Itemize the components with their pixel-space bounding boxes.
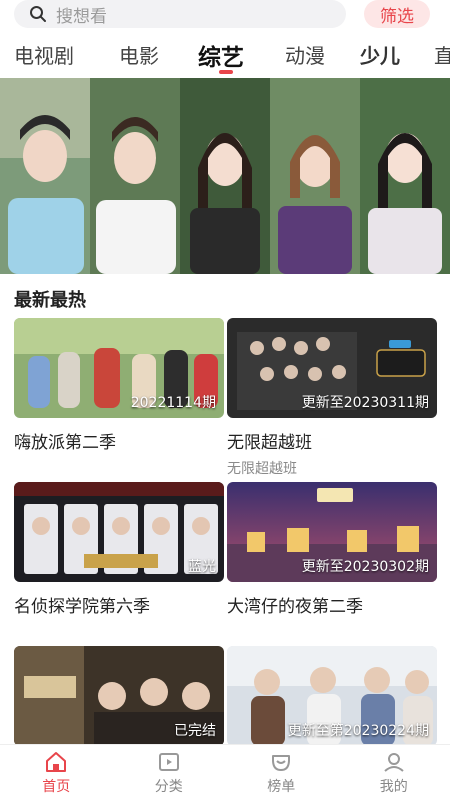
show-subtitle: 无限超越班 <box>227 461 297 477</box>
show-thumbnail: 蓝光 <box>14 482 224 582</box>
nav-home-label: 首页 <box>42 778 71 795</box>
nav-category[interactable]: 分类 <box>113 745 226 800</box>
search-icon <box>30 6 46 22</box>
tab-tv-series[interactable]: 电视剧 <box>14 40 74 69</box>
show-card[interactable]: 更新至20230311期 无限超越班 无限超越班 <box>227 318 437 478</box>
show-card[interactable]: 更新至20230302期 大湾仔的夜第二季 <box>227 482 437 617</box>
profile-icon <box>384 752 404 772</box>
show-title: 无限超越班 <box>227 433 312 453</box>
nav-home[interactable]: 首页 <box>0 745 113 800</box>
show-card[interactable]: 已完结 <box>14 646 224 746</box>
show-title: 名侦探学院第六季 <box>14 597 150 617</box>
quality-badge: 蓝光 <box>188 559 216 575</box>
show-thumbnail: 更新至第20230224期 <box>227 646 437 746</box>
hero-image-4 <box>270 78 360 274</box>
hero-image-1 <box>0 78 90 274</box>
episode-badge: 20221114期 <box>130 395 216 411</box>
show-thumbnail: 更新至20230311期 <box>227 318 437 418</box>
tab-kids[interactable]: 少儿 <box>360 40 400 69</box>
show-card[interactable]: 蓝光 名侦探学院第六季 <box>14 482 224 617</box>
show-title: 大湾仔的夜第二季 <box>227 597 363 617</box>
episode-badge: 更新至20230311期 <box>301 395 429 411</box>
nav-profile[interactable]: 我的 <box>338 745 450 800</box>
tab-movies[interactable]: 电影 <box>119 40 159 69</box>
nav-ranking[interactable]: 榜单 <box>225 745 338 800</box>
show-thumbnail: 更新至20230302期 <box>227 482 437 582</box>
status-badge: 已完结 <box>174 723 216 739</box>
show-card[interactable]: 更新至第20230224期 <box>227 646 437 746</box>
search-placeholder: 搜想看 <box>56 6 107 27</box>
search-input[interactable]: 搜想看 <box>14 0 346 28</box>
tab-live[interactable]: 直 <box>434 40 450 69</box>
nav-category-label: 分类 <box>154 778 183 795</box>
tab-anime[interactable]: 动漫 <box>285 40 325 69</box>
show-card[interactable]: 20221114期 嗨放派第二季 <box>14 318 224 453</box>
home-icon <box>46 751 67 772</box>
active-tab-indicator <box>219 70 233 74</box>
category-tabs: 电视剧 电影 综艺 动漫 少儿 直 <box>0 38 450 78</box>
tab-variety[interactable]: 综艺 <box>198 38 244 72</box>
hero-banner[interactable] <box>0 78 450 274</box>
hero-image-3 <box>180 78 270 274</box>
bottom-nav: 首页 分类 榜单 我的 <box>0 744 450 800</box>
category-icon <box>158 752 179 771</box>
filter-button[interactable]: 筛选 <box>364 0 430 28</box>
app-screen: 搜想看 筛选 电视剧 电影 综艺 动漫 少儿 直 最新最热 20221114期 … <box>0 0 450 800</box>
nav-ranking-label: 榜单 <box>267 778 296 795</box>
nav-profile-label: 我的 <box>379 778 408 795</box>
ranking-icon <box>272 754 291 771</box>
section-title: 最新最热 <box>14 290 86 311</box>
hero-image-2 <box>90 78 180 274</box>
show-title: 嗨放派第二季 <box>14 433 116 453</box>
top-bar: 搜想看 筛选 <box>0 0 450 30</box>
show-thumbnail: 20221114期 <box>14 318 224 418</box>
show-thumbnail: 已完结 <box>14 646 224 746</box>
episode-badge: 更新至20230302期 <box>301 559 429 575</box>
hero-image-5 <box>360 78 450 274</box>
episode-badge: 更新至第20230224期 <box>287 723 429 739</box>
